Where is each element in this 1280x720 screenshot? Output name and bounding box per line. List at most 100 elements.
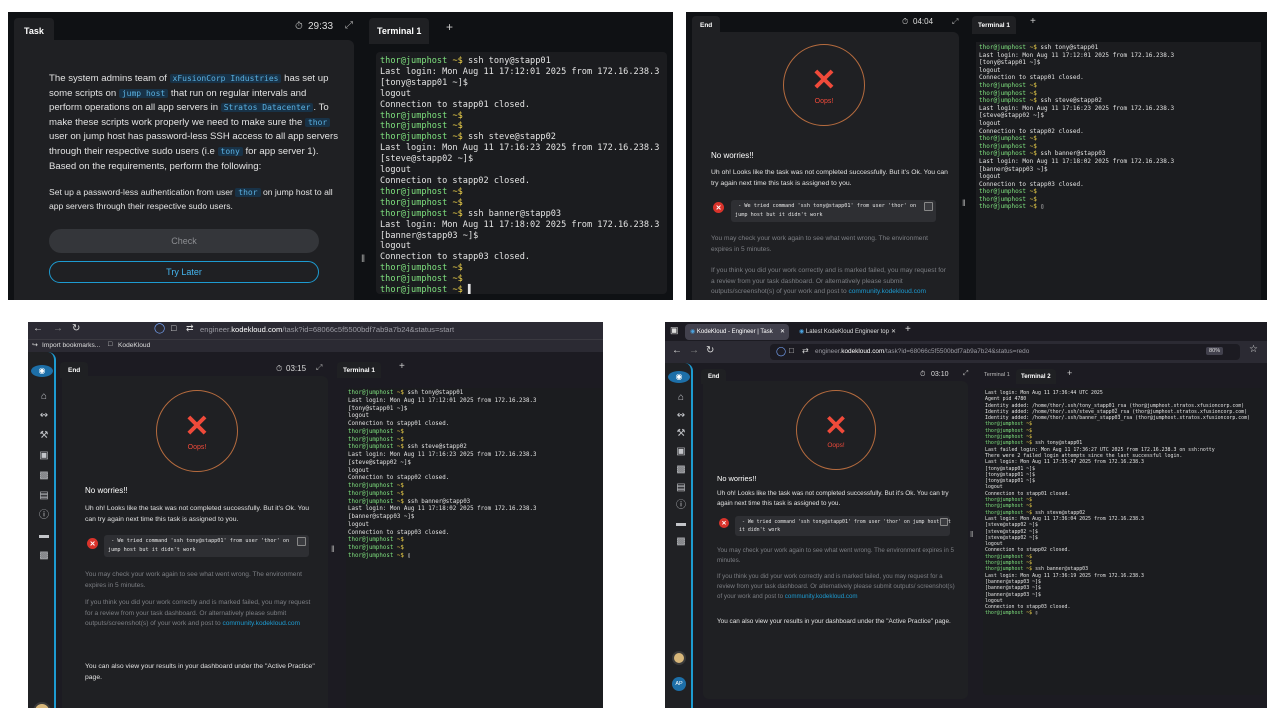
failure-message: Uh oh! Looks like the task was not compl… (85, 505, 310, 523)
add-tab-button[interactable]: + (399, 361, 405, 372)
expand-icon[interactable]: ⤢ (316, 363, 322, 373)
route-icon[interactable]: ↭ (675, 411, 687, 421)
line-text: Last login: Mon Aug 11 17:12:01 2025 fro… (380, 66, 660, 77)
tools-icon[interactable]: ⚒ (675, 429, 687, 439)
board-icon[interactable]: ▤ (675, 483, 687, 493)
view-results-text: You can also view your results in your d… (85, 663, 315, 681)
url-field[interactable]: ◯ □ ⇄ engineer.kodekloud.com/task?id=680… (770, 344, 1240, 360)
prompt-symbol: ~$ (1023, 610, 1033, 617)
back-icon[interactable]: ← (33, 323, 43, 334)
terminal-output[interactable]: thor@jumphost ~$ ssh tony@stapp01 Last lo… (346, 388, 603, 708)
tab-terminal-1[interactable]: Terminal 1 (984, 372, 1010, 378)
prompt-user: thor@jumphost (979, 89, 1026, 97)
chat-icon[interactable]: ▩ (38, 551, 50, 561)
bookmark-star-icon[interactable]: ☆ (1249, 344, 1258, 355)
copy-icon[interactable] (940, 518, 948, 526)
line-text: Connection to stapp02 closed. (985, 547, 1071, 554)
calendar-icon[interactable]: ▣ (38, 451, 50, 461)
add-tab-button[interactable]: + (446, 20, 453, 34)
try-later-button[interactable]: Try Later (49, 261, 319, 283)
home-icon[interactable]: ⌂ (38, 392, 50, 402)
line-text: ssh steve@stapp02 (403, 444, 467, 451)
terminal-output[interactable]: thor@jumphost ~$ ssh tony@stapp01 Last lo… (976, 42, 1261, 300)
line-text: ssh tony@stapp01 (403, 390, 464, 396)
add-tab-button[interactable]: + (1030, 16, 1036, 27)
terminal-line: Connection to stapp03 closed. (380, 252, 663, 263)
url-bar[interactable]: engineer.kodekloud.com/task?id=68066c5f5… (200, 325, 454, 334)
prompt-user: thor@jumphost (985, 421, 1024, 428)
line-text: There were 2 failed login attempts since… (985, 452, 1183, 459)
tools-icon[interactable]: ⚒ (38, 431, 50, 441)
reload-icon[interactable]: ↻ (706, 345, 714, 356)
terminal-line: Last login: Mon Aug 11 17:16:23 2025 fro… (380, 143, 663, 154)
copy-icon[interactable] (924, 202, 933, 211)
import-icon: ↪ (32, 342, 38, 349)
line-text: [banner@stapp03 ~]$ (985, 578, 1041, 585)
terminal-line: [tony@stapp01 ~]$ (348, 406, 601, 414)
terminal-line: thor@jumphost ~$ (348, 437, 601, 445)
line-text: Agent pid 4780 (985, 396, 1027, 403)
user-badge-icon[interactable] (672, 651, 686, 665)
prompt-symbol: ~$ (1023, 440, 1033, 447)
prompt-user: thor@jumphost (985, 610, 1024, 617)
line-text: logout (979, 66, 1001, 74)
copy-icon[interactable] (297, 537, 306, 546)
terminal-line: thor@jumphost ~$ ssh steve@stapp02 (979, 97, 1258, 105)
terminal-output[interactable]: Last login: Mon Aug 11 17:36:44 UTC 2025… (983, 388, 1263, 695)
line-text: ssh banner@stapp03 (1036, 150, 1106, 158)
expand-icon[interactable]: ⤢ (963, 370, 969, 378)
info-icon[interactable]: ⓘ (38, 511, 50, 521)
calendar-icon[interactable]: ▣ (675, 447, 687, 457)
screenshot-browser-view: ← → ↻ ◯ □ ⇄ engineer.kodekloud.com/task?… (28, 322, 603, 708)
error-detail: - We tried command 'ssh tony@stapp01' fr… (731, 200, 936, 222)
timer: 03:15 (286, 364, 307, 373)
home-icon[interactable]: ⌂ (675, 393, 687, 403)
route-icon[interactable]: ↭ (38, 411, 50, 421)
user-avatar[interactable] (33, 702, 51, 708)
prompt-symbol: ~$ (1025, 203, 1037, 211)
prompt-symbol: ~$ (1023, 560, 1033, 567)
tab-terminal-1[interactable]: Terminal 1 (337, 362, 382, 378)
line-text: logout (348, 413, 369, 420)
forward-icon[interactable]: → (53, 323, 63, 334)
prompt-symbol: ~$ (393, 444, 404, 451)
tab-terminal-2[interactable]: Terminal 2 (1016, 369, 1056, 384)
board-icon[interactable]: ▤ (38, 491, 50, 501)
bookmark-import[interactable]: Import bookmarks... (42, 342, 100, 349)
terminal-output[interactable]: thor@jumphost ~$ ssh tony@stapp01 Last lo… (376, 52, 667, 294)
new-tab-button[interactable]: + (905, 324, 911, 335)
book-icon[interactable]: ▬ (38, 531, 50, 541)
expand-icon[interactable]: ⤢ (345, 20, 353, 31)
tab-terminal-1[interactable]: Terminal 1 (369, 18, 430, 44)
resize-handle[interactable]: ‖ (970, 530, 973, 539)
check-button[interactable]: Check (49, 229, 319, 253)
oops-label: Oops! (827, 441, 845, 449)
eye-logo-icon[interactable]: ◉ (668, 371, 690, 383)
bookmark-kodekloud[interactable]: KodeKloud (118, 342, 150, 349)
chat-icon[interactable]: ▩ (675, 537, 687, 547)
community-link[interactable]: community.kodekloud.com (848, 288, 926, 295)
info-icon[interactable]: ⓘ (675, 501, 687, 511)
resize-handle[interactable]: ‖ (962, 198, 966, 208)
reload-icon[interactable]: ↻ (72, 323, 80, 334)
expand-icon[interactable]: ⤢ (952, 17, 958, 27)
community-link[interactable]: community.kodekloud.com (785, 593, 858, 600)
browser-tab-leaderboard[interactable]: ◉ Latest KodeKloud Engineer top ✕ (794, 324, 900, 340)
forward-icon[interactable]: → (689, 345, 699, 356)
prompt-user: thor@jumphost (985, 553, 1024, 560)
network-icon[interactable]: ▩ (675, 465, 687, 475)
firefox-view-icon[interactable]: ▣ (670, 325, 679, 336)
community-link[interactable]: community.kodekloud.com (222, 620, 300, 627)
resize-handle[interactable]: ‖ (331, 544, 335, 554)
book-icon[interactable]: ▬ (675, 519, 687, 529)
zoom-level[interactable]: 80% (1206, 347, 1224, 355)
resize-handle[interactable]: ‖ (361, 254, 365, 265)
user-avatar[interactable]: AP (672, 677, 686, 691)
timer: 03:10 (931, 371, 949, 378)
add-tab-button[interactable]: + (1067, 368, 1072, 378)
back-icon[interactable]: ← (672, 345, 682, 356)
tab-terminal-1[interactable]: Terminal 1 (972, 16, 1017, 34)
browser-tab-task[interactable]: ◉ KodeKloud - Engineer | Task ✕ (685, 324, 789, 340)
eye-logo-icon[interactable]: ◉ (31, 365, 53, 377)
network-icon[interactable]: ▩ (38, 471, 50, 481)
